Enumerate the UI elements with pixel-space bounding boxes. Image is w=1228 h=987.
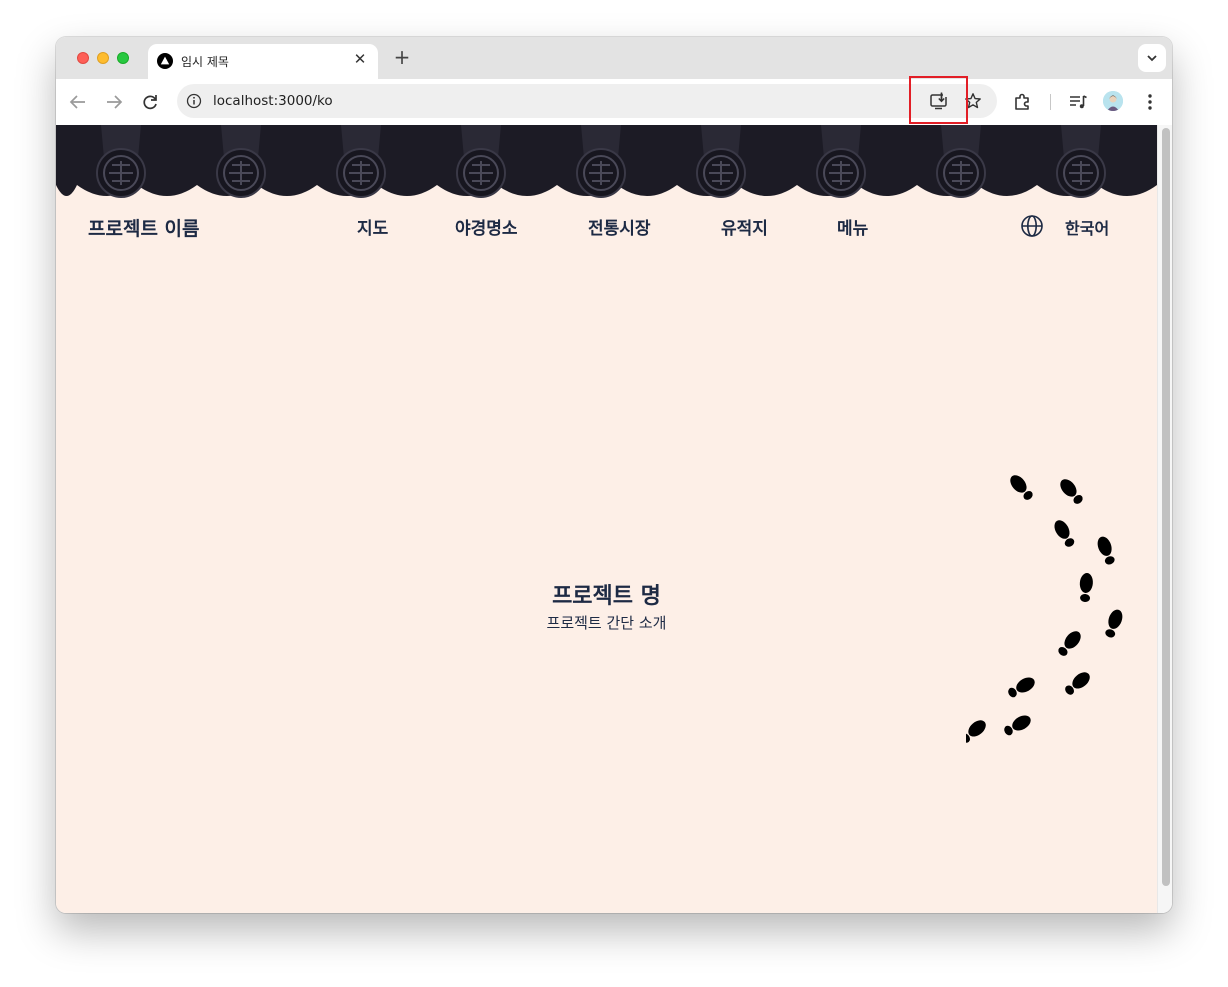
roof-tile-medallion (456, 148, 506, 198)
url-text[interactable]: localhost:3000/ko (213, 93, 333, 109)
close-window-button[interactable] (77, 52, 89, 64)
toolbar-separator (1050, 94, 1051, 110)
roof-tile-medallion (816, 148, 866, 198)
avatar-image (1103, 91, 1123, 111)
back-button[interactable] (67, 91, 89, 113)
tab-active[interactable]: 임시 제목 ✕ (148, 44, 378, 79)
arrow-left-icon (69, 95, 85, 109)
reload-icon (143, 95, 157, 110)
roof-tile-medallion (216, 148, 266, 198)
nav-link-menu[interactable]: 메뉴 (837, 214, 868, 239)
footprints-illustration (966, 475, 1123, 743)
profile-avatar[interactable] (1103, 91, 1123, 111)
nav-link-traditional-market[interactable]: 전통시장 (588, 214, 651, 239)
scrollbar-thumb[interactable] (1162, 128, 1170, 886)
nav-link-night-view[interactable]: 야경명소 (455, 214, 518, 239)
tab-title: 임시 제목 (181, 55, 229, 69)
footprint-shape (1008, 677, 1035, 698)
browser-toolbar: localhost:3000/ko (56, 79, 1172, 125)
footprint-shape (1010, 475, 1033, 500)
tab-search-button[interactable] (1138, 44, 1166, 72)
roof-tile-medallion (696, 148, 746, 198)
language-selector[interactable]: 한국어 (1065, 215, 1109, 239)
fullscreen-window-button[interactable] (117, 52, 129, 64)
roof-tile-medallion (936, 148, 986, 198)
footprint-shape (1004, 715, 1031, 736)
nav-link-historic-sites[interactable]: 유적지 (721, 214, 768, 239)
favicon-icon (157, 53, 173, 69)
footprint-shape (1065, 672, 1090, 695)
install-app-icon[interactable] (929, 91, 949, 111)
info-icon[interactable] (186, 93, 202, 109)
new-tab-button[interactable]: + (390, 46, 414, 70)
chevron-down-icon (1147, 55, 1157, 62)
forward-button[interactable] (103, 91, 125, 113)
star-icon[interactable] (964, 92, 982, 110)
globe-icon[interactable] (1020, 214, 1044, 238)
page-scrollbar[interactable] (1157, 125, 1172, 913)
site-navbar: 프로젝트 이름 지도 야경명소 전통시장 유적지 메뉴 한국어 (56, 213, 1157, 253)
minimize-window-button[interactable] (97, 52, 109, 64)
roof-tile-medallion (96, 148, 146, 198)
reload-button[interactable] (139, 91, 161, 113)
page-viewport: 프로젝트 이름 지도 야경명소 전통시장 유적지 메뉴 한국어 프로젝트 명 프… (56, 125, 1157, 913)
footprint-shape (1060, 479, 1083, 504)
media-controls-icon[interactable] (1067, 91, 1089, 113)
footprint-shape (1105, 609, 1123, 638)
browser-window: 임시 제목 ✕ + localhost:3000/ko 프로젝트 이름 지도 야… (56, 37, 1172, 913)
puzzle-icon[interactable] (1012, 91, 1034, 113)
footprint-shape (1079, 573, 1093, 602)
roof-tile-medallion (1056, 148, 1106, 198)
roof-tile-medallion (576, 148, 626, 198)
roof-tile-medallion (336, 148, 386, 198)
tab-close-button[interactable]: ✕ (351, 50, 369, 68)
footprint-shape (966, 720, 986, 743)
arrow-right-icon (107, 95, 123, 109)
footprint-shape (1097, 536, 1115, 565)
nav-link-map[interactable]: 지도 (357, 214, 388, 239)
kebab-menu-icon[interactable] (1139, 91, 1161, 113)
tab-strip: 임시 제목 ✕ + (56, 37, 1172, 79)
site-brand[interactable]: 프로젝트 이름 (88, 214, 200, 241)
footprint-shape (1058, 631, 1081, 656)
address-bar[interactable]: localhost:3000/ko (177, 84, 997, 118)
roof-tiles-banner (56, 125, 1157, 200)
footprint-shape (1054, 520, 1075, 547)
